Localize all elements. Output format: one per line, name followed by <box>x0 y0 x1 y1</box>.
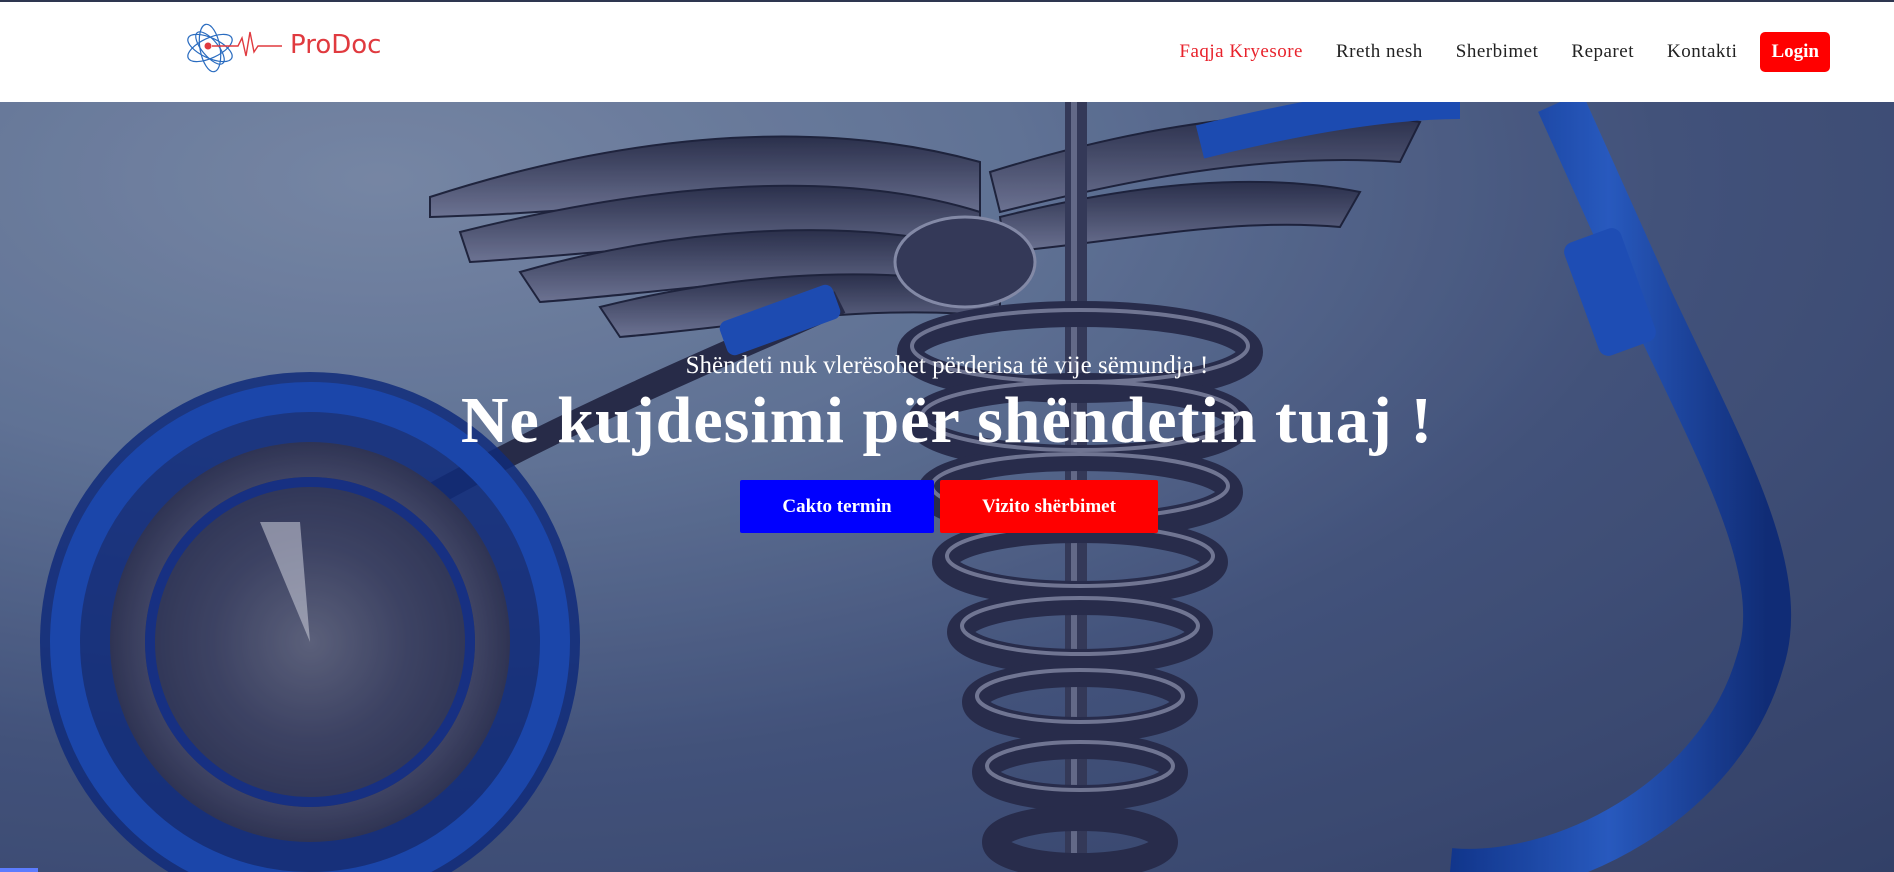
book-appointment-button[interactable]: Cakto termin <box>740 480 934 533</box>
site-header: ProDoc Faqja Kryesore Rreth nesh Sherbim… <box>0 2 1894 102</box>
hero-section: Shëndeti nuk vlerësohet përderisa të vij… <box>0 102 1894 872</box>
nav-departments[interactable]: Reparet <box>1571 41 1634 63</box>
nav-about[interactable]: Rreth nesh <box>1336 41 1423 63</box>
nav-contact[interactable]: Kontakti <box>1667 41 1738 63</box>
nav-services[interactable]: Sherbimet <box>1456 41 1539 63</box>
scroll-indicator <box>0 868 38 872</box>
hero-subtitle: Shëndeti nuk vlerësohet përderisa të vij… <box>685 352 1209 379</box>
hero-title: Ne kujdesimi për shëndetin tuaj ! <box>460 384 1434 457</box>
brand-logo[interactable]: ProDoc <box>182 18 402 78</box>
atom-heartbeat-logo-icon <box>187 23 282 73</box>
brand-name: ProDoc <box>290 30 382 60</box>
visit-services-button[interactable]: Vizito shërbimet <box>940 480 1158 533</box>
main-nav: Faqja Kryesore Rreth nesh Sherbimet Repa… <box>1146 32 1830 72</box>
login-button[interactable]: Login <box>1760 32 1830 72</box>
nav-home[interactable]: Faqja Kryesore <box>1179 41 1303 63</box>
